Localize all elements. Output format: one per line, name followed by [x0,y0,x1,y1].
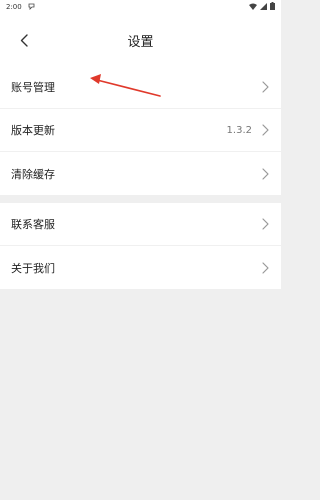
signal-icon [260,2,267,12]
row-label: 联系客服 [11,218,55,231]
section-divider [0,195,281,203]
row-right: 1.3.2 [227,124,269,136]
status-bar: 2:00 [0,0,281,14]
settings-section-2: 联系客服 关于我们 [0,203,281,289]
row-contact-support[interactable]: 联系客服 [0,203,281,246]
version-value: 1.3.2 [226,124,252,136]
back-button[interactable] [12,14,36,66]
chevron-left-icon [20,33,28,47]
row-label: 版本更新 [11,124,55,137]
row-label: 关于我们 [11,261,55,275]
status-right [249,2,275,12]
row-about-us[interactable]: 关于我们 [0,246,281,289]
settings-section-1: 账号管理 版本更新 1.3.2 清除缓存 [0,66,281,195]
chevron-right-icon [262,124,269,136]
chevron-right-icon [262,218,269,230]
status-left: 2:00 [6,3,35,12]
row-label: 清除缓存 [11,167,55,181]
row-version-update[interactable]: 版本更新 1.3.2 [0,109,281,152]
notification-icon [28,3,35,12]
chevron-right-icon [262,81,269,93]
row-right [262,218,269,230]
battery-icon [270,2,275,12]
row-label: 账号管理 [11,81,55,94]
chevron-right-icon [262,261,269,274]
header: 设置 [0,14,281,66]
row-clear-cache[interactable]: 清除缓存 [0,152,281,195]
row-right [262,81,269,93]
row-right [262,167,269,180]
status-time: 2:00 [6,3,22,11]
row-account-management[interactable]: 账号管理 [0,66,281,109]
wifi-icon [249,3,257,12]
row-right [262,261,269,274]
page-title: 设置 [127,34,154,50]
chevron-right-icon [262,167,269,180]
